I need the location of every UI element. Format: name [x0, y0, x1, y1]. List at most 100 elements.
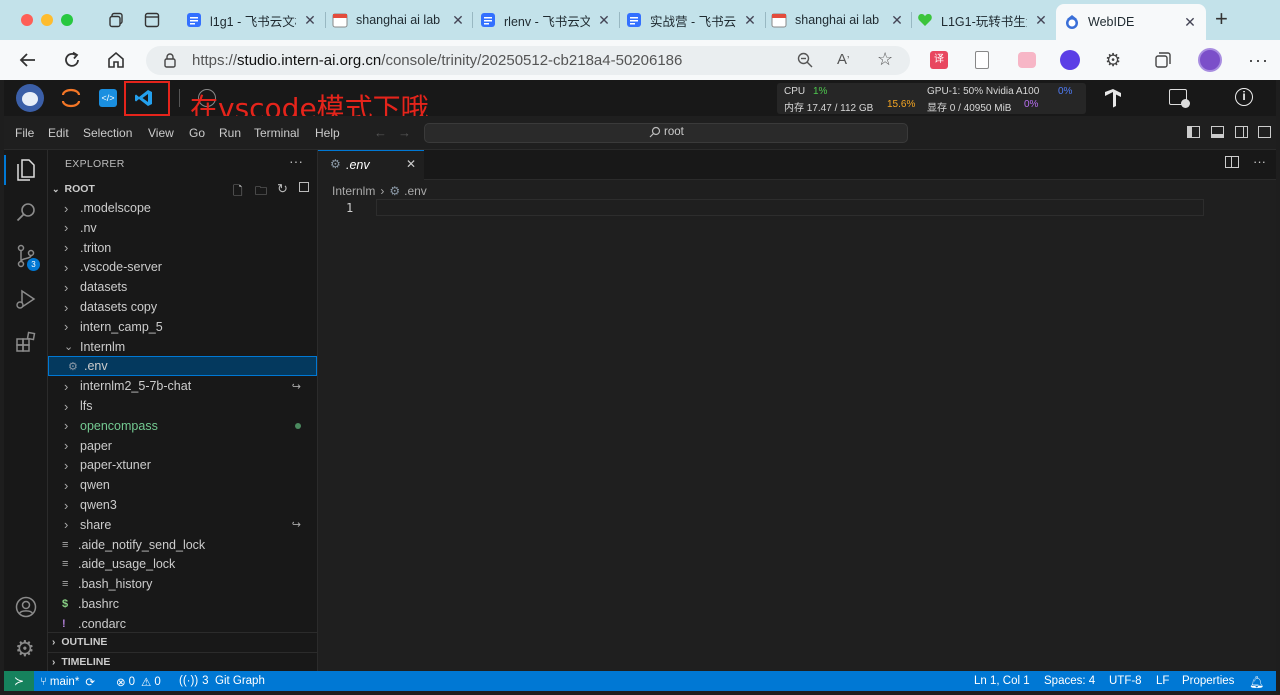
- menu-file[interactable]: File: [15, 126, 34, 140]
- editor-more-icon[interactable]: ···: [1253, 154, 1266, 169]
- toggle-panel-icon[interactable]: [1211, 126, 1224, 138]
- folder-item[interactable]: ⌄ Internlm: [48, 337, 317, 357]
- profile-avatar[interactable]: [1198, 48, 1222, 72]
- vscode-icon[interactable]: [134, 88, 154, 108]
- file-item[interactable]: ≡ .aide_usage_lock: [48, 554, 317, 574]
- root-section-header[interactable]: ⌄ ROOT: [52, 183, 95, 195]
- tab-close-icon[interactable]: ✕: [302, 12, 318, 29]
- read-aloud-icon[interactable]: Aʼ: [837, 51, 849, 68]
- timeline-section-header[interactable]: › TIMELINE: [52, 656, 110, 668]
- folder-item[interactable]: › opencompass: [48, 416, 317, 436]
- folder-item[interactable]: › .nv: [48, 218, 317, 238]
- browser-tab-3[interactable]: rlenv - 飞书云文档 ✕: [480, 6, 612, 34]
- menu-selection[interactable]: Selection: [83, 126, 132, 140]
- back-arrow-icon[interactable]: [18, 50, 38, 70]
- tab-close-icon[interactable]: ✕: [1182, 14, 1198, 31]
- folder-item[interactable]: › paper: [48, 436, 317, 456]
- refresh-explorer-icon[interactable]: ↻: [277, 181, 288, 197]
- eol-status[interactable]: LF: [1156, 675, 1169, 687]
- tab-close-icon[interactable]: ✕: [889, 12, 905, 29]
- folder-item[interactable]: › qwen: [48, 475, 317, 495]
- translate-extension-icon[interactable]: 译: [930, 51, 948, 69]
- notifications-bell-icon[interactable]: 🔔︎: [1249, 675, 1264, 689]
- menu-edit[interactable]: Edit: [48, 126, 69, 140]
- file-item[interactable]: $ .bashrc: [48, 594, 317, 614]
- folder-item[interactable]: › qwen3: [48, 495, 317, 515]
- manage-gear-icon[interactable]: ⚙: [15, 638, 35, 660]
- file-item[interactable]: ! .condarc: [48, 614, 317, 634]
- ai-assistant-extension-icon[interactable]: [1060, 50, 1080, 70]
- home-icon[interactable]: [106, 50, 126, 70]
- lock-icon[interactable]: [162, 52, 178, 68]
- editor-tab-env[interactable]: ⚙ .env ✕: [318, 150, 424, 180]
- info-icon[interactable]: i: [1235, 88, 1253, 106]
- tab-actions-icon[interactable]: [144, 12, 160, 28]
- breadcrumb-file[interactable]: .env: [404, 184, 427, 198]
- browser-tab-6[interactable]: L1G1-玩转书生大模型 ✕: [917, 6, 1049, 34]
- tab-close-icon[interactable]: ✕: [742, 12, 758, 29]
- zoom-icon[interactable]: [797, 52, 813, 68]
- reload-icon[interactable]: [62, 50, 82, 70]
- close-window-button[interactable]: [21, 14, 33, 26]
- workspaces-icon[interactable]: [108, 12, 124, 28]
- branch-status[interactable]: ⑂ main* ⟳: [40, 675, 95, 689]
- nav-forward-icon[interactable]: →: [398, 125, 411, 140]
- problems-status[interactable]: ⊗ 0 ⚠ 0: [116, 675, 161, 689]
- document-extension-icon[interactable]: [975, 51, 989, 69]
- encoding-status[interactable]: UTF-8: [1109, 675, 1142, 687]
- folder-item[interactable]: › share ↪: [48, 515, 317, 535]
- extensions-icon[interactable]: [15, 331, 37, 353]
- browser-tab-5[interactable]: shanghai ai lab ✕: [771, 6, 905, 34]
- menu-go[interactable]: Go: [189, 126, 205, 140]
- split-editor-icon[interactable]: [1225, 156, 1239, 168]
- intern-logo-icon[interactable]: [16, 84, 44, 112]
- bilibili-extension-icon[interactable]: [1018, 52, 1036, 68]
- explorer-more-icon[interactable]: ···: [289, 153, 303, 169]
- menu-view[interactable]: View: [148, 126, 174, 140]
- file-item[interactable]: ⚙ .env: [48, 356, 317, 377]
- explorer-icon[interactable]: [15, 158, 37, 182]
- folder-item[interactable]: › paper-xtuner: [48, 455, 317, 475]
- editor-area[interactable]: [318, 180, 1276, 671]
- folder-item[interactable]: › lfs: [48, 396, 317, 416]
- menu-help[interactable]: Help: [315, 126, 340, 140]
- browser-tab-1[interactable]: l1g1 - 飞书云文档 ✕: [186, 6, 318, 34]
- code-editor-icon[interactable]: </>: [99, 89, 117, 107]
- indentation-status[interactable]: Spaces: 4: [1044, 675, 1095, 687]
- nav-back-icon[interactable]: ←: [374, 125, 387, 140]
- customize-layout-icon[interactable]: [1258, 126, 1271, 138]
- minimize-window-button[interactable]: [41, 14, 53, 26]
- toggle-primary-sidebar-icon[interactable]: [1187, 126, 1200, 138]
- file-item[interactable]: ≡ .aide_notify_send_lock: [48, 535, 317, 555]
- file-item[interactable]: ≡ .bash_history: [48, 574, 317, 594]
- folder-item[interactable]: › datasets copy: [48, 297, 317, 317]
- maximize-window-button[interactable]: [61, 14, 73, 26]
- browser-tab-4[interactable]: 实战营 - 飞书云文档 ✕: [626, 6, 758, 34]
- menu-run[interactable]: Run: [219, 126, 241, 140]
- tab-close-icon[interactable]: ✕: [406, 157, 416, 171]
- tab-close-icon[interactable]: ✕: [450, 12, 466, 29]
- ports-status[interactable]: ((·)) 3: [179, 675, 209, 687]
- folder-item[interactable]: › .triton: [48, 238, 317, 258]
- browser-tab-2[interactable]: shanghai ai lab ✕: [332, 6, 466, 34]
- tab-close-icon[interactable]: ✕: [1033, 12, 1049, 29]
- menu-terminal[interactable]: Terminal: [254, 126, 299, 140]
- extensions-puzzle-icon[interactable]: ⚙: [1105, 50, 1121, 70]
- collapse-folders-icon[interactable]: [299, 182, 309, 192]
- screen-share-icon[interactable]: [1169, 89, 1190, 108]
- git-graph-button[interactable]: Git Graph: [215, 675, 265, 687]
- search-icon[interactable]: [15, 201, 37, 223]
- toggle-secondary-sidebar-icon[interactable]: [1235, 126, 1248, 138]
- collections-icon[interactable]: [1154, 51, 1172, 69]
- folder-item[interactable]: › internlm2_5-7b-chat ↪: [48, 376, 317, 396]
- folder-item[interactable]: › intern_camp_5: [48, 317, 317, 337]
- folder-item[interactable]: › .vscode-server: [48, 257, 317, 277]
- run-debug-icon[interactable]: [15, 288, 37, 310]
- cursor-position[interactable]: Ln 1, Col 1: [974, 675, 1030, 687]
- language-mode-status[interactable]: Properties: [1182, 675, 1234, 687]
- folder-item[interactable]: › datasets: [48, 277, 317, 297]
- outline-section-header[interactable]: › OUTLINE: [52, 636, 107, 648]
- folder-item[interactable]: › .modelscope: [48, 198, 317, 218]
- favorite-star-icon[interactable]: ☆: [877, 50, 893, 68]
- more-options-icon[interactable]: ···: [1248, 50, 1269, 71]
